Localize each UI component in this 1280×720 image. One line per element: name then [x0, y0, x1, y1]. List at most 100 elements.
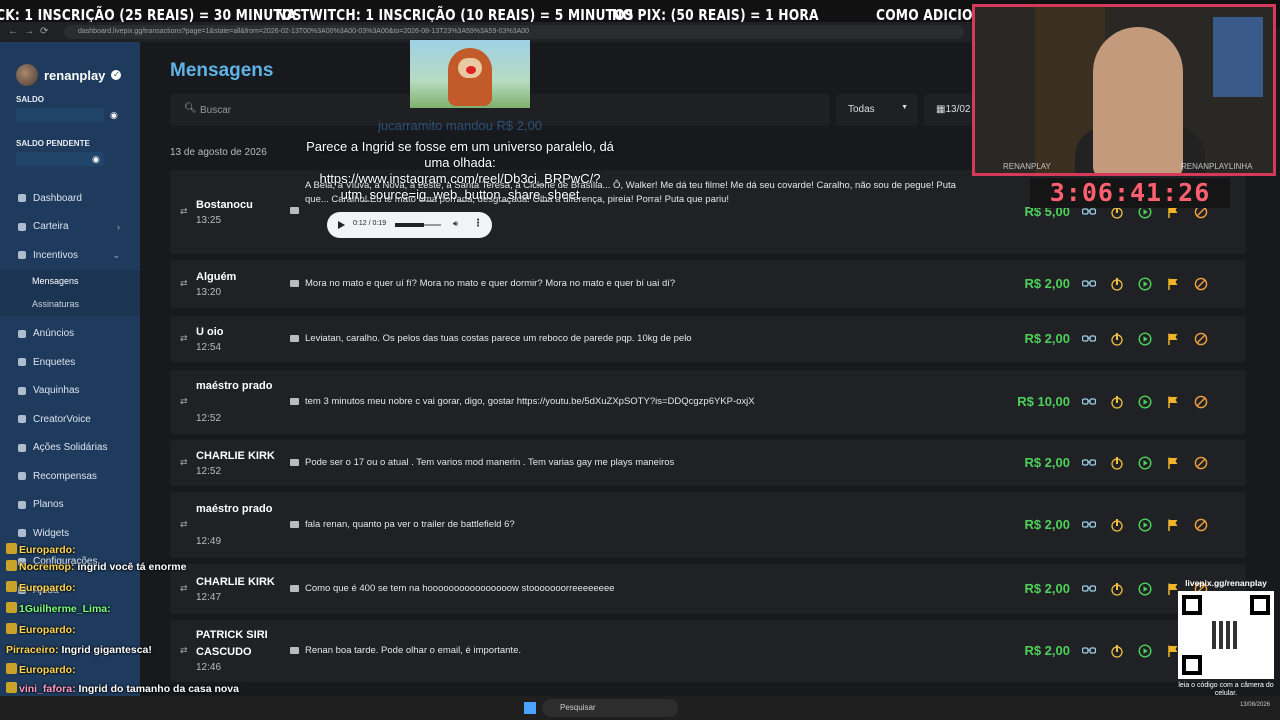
- speaker-tts-icon[interactable]: [1110, 277, 1124, 291]
- sidebar-item-recompensas[interactable]: Recompensas: [0, 462, 140, 491]
- qr-title: livepix.gg/renanplay: [1185, 578, 1267, 588]
- replay-icon[interactable]: [1138, 332, 1152, 346]
- user-profile[interactable]: renanplay ✓: [16, 64, 122, 86]
- message-author: CHARLIE KIRK: [196, 575, 275, 588]
- message-amount: R$ 2,00: [1024, 331, 1070, 346]
- status-filter-value: Todas: [848, 104, 875, 115]
- sidebar-item-incentivos[interactable]: Incentivos ⌄: [0, 241, 140, 270]
- sidebar-item-enquetes[interactable]: Enquetes: [0, 348, 140, 377]
- sub-badge-icon: [6, 581, 17, 592]
- speaker-tts-icon[interactable]: [1110, 582, 1124, 596]
- glasses-icon[interactable]: [1082, 395, 1096, 409]
- alert-message: Parece a Ingrid se fosse em um universo …: [306, 139, 614, 202]
- block-icon[interactable]: [1194, 395, 1208, 409]
- replay-icon[interactable]: [1138, 644, 1152, 658]
- block-icon[interactable]: [1194, 277, 1208, 291]
- subathon-timer: 3:06:41:26: [1030, 178, 1230, 208]
- comment-icon: [290, 521, 299, 528]
- qr-corner: [1182, 595, 1202, 615]
- message-author: maéstro prado: [196, 503, 273, 515]
- speaker-tts-icon[interactable]: [1110, 395, 1124, 409]
- chat-line: vini_fafora: Ingrid do tamanho da casa n…: [6, 682, 239, 695]
- sidebar-item-vaquinhas[interactable]: Vaquinhas: [0, 377, 140, 406]
- sidebar-menu: Dashboard Carteira › Incentivos ⌄ Mensagen…: [0, 184, 140, 605]
- replay-icon[interactable]: [1138, 456, 1152, 470]
- glasses-icon[interactable]: [1082, 456, 1096, 470]
- sidebar-item-anuncios[interactable]: Anúncios: [0, 320, 140, 349]
- flag-icon[interactable]: [1166, 456, 1180, 470]
- replay-icon[interactable]: [1138, 395, 1152, 409]
- speaker-tts-icon[interactable]: [1110, 518, 1124, 532]
- taskbar-search[interactable]: Pesquisar: [542, 699, 678, 717]
- message-text: tem 3 minutos meu nobre c vai gorar, dig…: [305, 396, 755, 407]
- audio-progress: [395, 223, 424, 227]
- message-row: ⇄ PATRICK SIRI CASCUDO 12:46 Renan boa tard…: [170, 620, 1246, 682]
- message-text: Renan boa tarde. Pode olhar o email, é i…: [305, 645, 521, 656]
- saldo-pendente-label: SALDO PENDENTE: [16, 139, 90, 148]
- sidebar-item-dashboard[interactable]: Dashboard: [0, 184, 140, 213]
- eye-icon[interactable]: ◉: [92, 154, 100, 165]
- play-icon[interactable]: [338, 221, 345, 229]
- date-heading: 13 de agosto de 2026: [170, 147, 267, 158]
- speaker-tts-icon[interactable]: [1110, 332, 1124, 346]
- sub-badge-icon: [6, 560, 17, 571]
- block-icon[interactable]: [1194, 518, 1208, 532]
- sidebar-item-label: Planos: [33, 499, 64, 511]
- message-amount: R$ 10,00: [1017, 394, 1070, 409]
- sidebar-item-planos[interactable]: Planos: [0, 491, 140, 520]
- message-author: CHARLIE KIRK: [196, 449, 275, 462]
- status-filter-select[interactable]: Todas ▼: [836, 94, 918, 126]
- sidebar-item-mensagens[interactable]: Mensagens: [0, 269, 140, 293]
- chat-line: Nocremop: ingrid você tá enorme: [6, 560, 186, 573]
- glasses-icon[interactable]: [1082, 332, 1096, 346]
- audio-scrubber[interactable]: [395, 223, 441, 227]
- message-author: PATRICK SIRI CASCUDO: [196, 629, 268, 658]
- sidebar-item-assinaturas[interactable]: Assinaturas: [0, 292, 140, 316]
- chat-line: Europardo:: [6, 623, 76, 636]
- chat-line: Pirraceiro: Ingrid gigantesca!: [6, 644, 152, 656]
- volume-icon[interactable]: 🔊︎: [453, 219, 458, 229]
- wallet-icon: [18, 222, 26, 231]
- chat-line: Europardo:: [6, 543, 76, 556]
- sidebar-item-creatorvoice[interactable]: CreatorVoice: [0, 405, 140, 434]
- speaker-tts-icon[interactable]: [1110, 644, 1124, 658]
- address-bar[interactable]: dashboard.livepix.gg/transactions?page=1…: [64, 25, 964, 39]
- verified-icon: ✓: [111, 70, 122, 80]
- message-author: Bostanocu: [196, 198, 253, 211]
- flag-icon[interactable]: [1166, 518, 1180, 532]
- glasses-icon[interactable]: [1082, 277, 1096, 291]
- speaker-tts-icon[interactable]: [1110, 456, 1124, 470]
- message-text: Leviatan, caralho. Os pelos das tuas cos…: [305, 333, 692, 344]
- block-icon[interactable]: [1194, 332, 1208, 346]
- audio-player[interactable]: 0:12 / 0:19 🔊︎ ⋮: [327, 212, 492, 238]
- replay-icon[interactable]: [1138, 518, 1152, 532]
- windows-start-icon[interactable]: [524, 702, 536, 714]
- poll-icon: [18, 358, 26, 367]
- eye-icon[interactable]: ◉: [110, 110, 118, 121]
- browser-nav-icons[interactable]: ←→⟳: [8, 26, 54, 37]
- message-actions: [1082, 456, 1208, 470]
- more-options-icon[interactable]: ⋮: [473, 218, 483, 229]
- glasses-icon[interactable]: [1082, 582, 1096, 596]
- message-time: 12:52: [196, 413, 222, 424]
- flag-icon[interactable]: [1166, 277, 1180, 291]
- qr-pattern: [1212, 621, 1240, 649]
- comment-icon: [290, 585, 299, 592]
- glasses-icon[interactable]: [1082, 644, 1096, 658]
- heart-hand-icon: [18, 443, 26, 452]
- message-author: U oio: [196, 325, 224, 338]
- sidebar-item-acoes-solidarias[interactable]: Ações Solidárias: [0, 434, 140, 463]
- taskbar: Pesquisar 13/08/2026: [0, 696, 1280, 720]
- replay-icon[interactable]: [1138, 277, 1152, 291]
- replay-icon[interactable]: [1138, 582, 1152, 596]
- chat-username: Europardo:: [19, 664, 76, 676]
- flag-icon[interactable]: [1166, 395, 1180, 409]
- flag-icon[interactable]: [1166, 332, 1180, 346]
- dashboard-icon: [18, 194, 26, 203]
- glasses-icon[interactable]: [1082, 518, 1096, 532]
- audio-time: 0:12 / 0:19: [353, 220, 387, 227]
- sub-badge-icon: [6, 682, 17, 693]
- comment-icon: [290, 398, 299, 405]
- sidebar-item-carteira[interactable]: Carteira ›: [0, 213, 140, 242]
- block-icon[interactable]: [1194, 456, 1208, 470]
